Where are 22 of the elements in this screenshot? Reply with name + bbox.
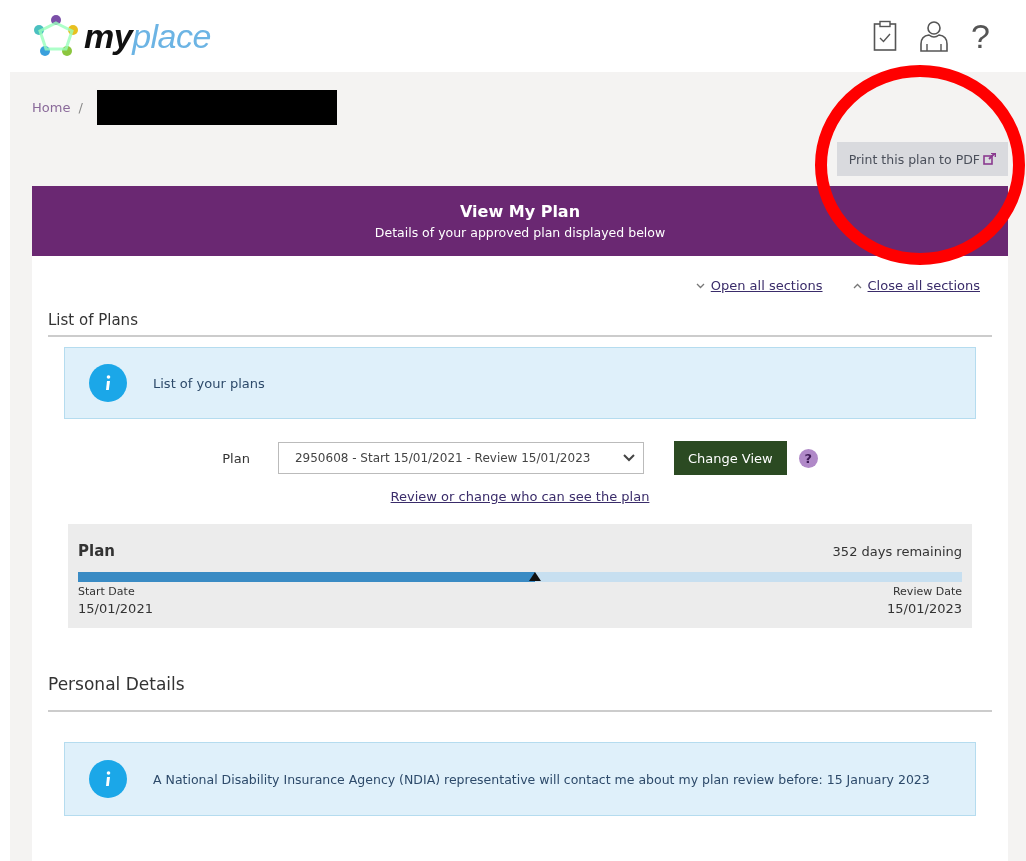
plan-label: Plan bbox=[222, 450, 250, 466]
breadcrumb-separator: / bbox=[78, 99, 83, 115]
review-access-link[interactable]: Review or change who can see the plan bbox=[390, 489, 650, 504]
change-view-button[interactable]: Change View bbox=[673, 441, 787, 475]
plan-select[interactable]: 2950608 - Start 15/01/2021 - Review 15/01/2023 bbox=[277, 442, 644, 474]
banner-subtitle: Details of your approved plan displayed below bbox=[374, 225, 666, 240]
days-remaining: 352 days remaining bbox=[832, 543, 962, 559]
review-date: 15/01/2023 bbox=[887, 601, 962, 616]
home-link[interactable]: Home bbox=[32, 99, 71, 115]
help-icon[interactable]: ? bbox=[971, 19, 990, 53]
print-pdf-button[interactable]: Print this plan to PDF bbox=[836, 142, 1008, 176]
info-text: List of your plans bbox=[153, 375, 265, 391]
timeline-title: Plan bbox=[78, 542, 115, 560]
info-text: A National Disability Insurance Agency (NDIA) representative will contact me about my plan review before: 15 January 2023 bbox=[153, 771, 930, 787]
section-heading: Personal Details bbox=[48, 674, 992, 712]
start-date: 15/01/2021 bbox=[78, 601, 153, 616]
banner-title: View My Plan bbox=[459, 202, 581, 221]
section-heading: List of Plans bbox=[48, 311, 992, 337]
help-button[interactable]: ? bbox=[798, 448, 818, 468]
myplace-logo[interactable]: myplace bbox=[84, 16, 211, 56]
review-date-label: Review Date bbox=[892, 585, 962, 598]
start-date-label: Start Date bbox=[78, 585, 136, 598]
